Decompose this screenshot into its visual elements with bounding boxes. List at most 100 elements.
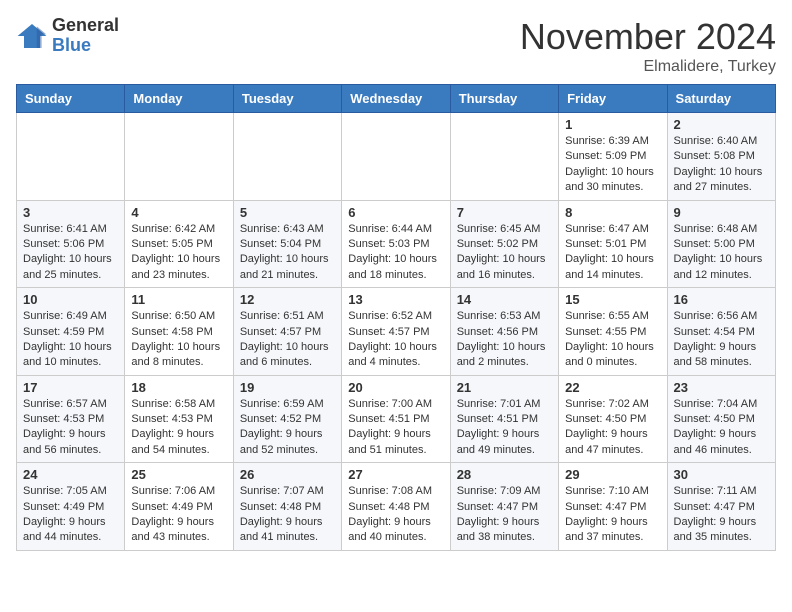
day-info: Sunrise: 7:04 AMSunset: 4:50 PMDaylight:… [674, 397, 769, 459]
calendar-table: SundayMondayTuesdayWednesdayThursdayFrid… [16, 84, 776, 551]
day-info: Sunrise: 6:58 AMSunset: 4:53 PMDaylight:… [131, 397, 226, 459]
day-number: 11 [131, 292, 226, 307]
calendar-cell: 7 Sunrise: 6:45 AMSunset: 5:02 PMDaylight… [450, 200, 558, 288]
day-info: Sunrise: 6:52 AMSunset: 4:57 PMDaylight:… [348, 309, 443, 371]
day-number: 4 [131, 205, 226, 220]
weekday-header-sunday: Sunday [17, 85, 125, 113]
calendar-cell: 10 Sunrise: 6:49 AMSunset: 4:59 PMDayligh… [17, 288, 125, 376]
calendar-cell: 3 Sunrise: 6:41 AMSunset: 5:06 PMDaylight… [17, 200, 125, 288]
calendar-cell: 25Sunrise: 7:06 AMSunset: 4:49 PMDayligh… [125, 463, 233, 551]
calendar-cell [233, 113, 341, 201]
calendar-cell: 9 Sunrise: 6:48 AMSunset: 5:00 PMDaylight… [667, 200, 775, 288]
day-info: Sunrise: 6:51 AMSunset: 4:57 PMDaylight:… [240, 309, 335, 371]
day-number: 21 [457, 380, 552, 395]
day-info: Sunrise: 6:50 AMSunset: 4:58 PMDaylight:… [131, 309, 226, 371]
calendar-cell: 22 Sunrise: 7:02 AMSunset: 4:50 PMDayligh… [559, 375, 667, 463]
day-info: Sunrise: 6:44 AMSunset: 5:03 PMDaylight:… [348, 222, 443, 284]
day-info: Sunrise: 7:08 AMSunset: 4:48 PMDaylight:… [348, 484, 443, 546]
day-number: 17 [23, 380, 118, 395]
calendar-week-3: 10 Sunrise: 6:49 AMSunset: 4:59 PMDayligh… [17, 288, 776, 376]
calendar-cell: 6Sunrise: 6:44 AMSunset: 5:03 PMDaylight… [342, 200, 450, 288]
day-info: Sunrise: 6:42 AMSunset: 5:05 PMDaylight:… [131, 222, 226, 284]
day-info: Sunrise: 6:41 AMSunset: 5:06 PMDaylight:… [23, 222, 118, 284]
day-number: 22 [565, 380, 660, 395]
calendar-cell: 17 Sunrise: 6:57 AMSunset: 4:53 PMDayligh… [17, 375, 125, 463]
calendar-cell: 19Sunrise: 6:59 AMSunset: 4:52 PMDayligh… [233, 375, 341, 463]
day-number: 10 [23, 292, 118, 307]
day-info: Sunrise: 6:39 AMSunset: 5:09 PMDaylight:… [565, 134, 660, 196]
day-number: 19 [240, 380, 335, 395]
calendar-cell: 14 Sunrise: 6:53 AMSunset: 4:56 PMDayligh… [450, 288, 558, 376]
calendar-week-2: 3 Sunrise: 6:41 AMSunset: 5:06 PMDaylight… [17, 200, 776, 288]
calendar-cell: 8Sunrise: 6:47 AMSunset: 5:01 PMDaylight… [559, 200, 667, 288]
day-info: Sunrise: 6:49 AMSunset: 4:59 PMDaylight:… [23, 309, 118, 371]
calendar-cell: 15 Sunrise: 6:55 AMSunset: 4:55 PMDayligh… [559, 288, 667, 376]
day-number: 20 [348, 380, 443, 395]
calendar-cell: 20Sunrise: 7:00 AMSunset: 4:51 PMDayligh… [342, 375, 450, 463]
weekday-header-thursday: Thursday [450, 85, 558, 113]
day-info: Sunrise: 6:57 AMSunset: 4:53 PMDaylight:… [23, 397, 118, 459]
calendar-cell [450, 113, 558, 201]
day-info: Sunrise: 7:01 AMSunset: 4:51 PMDaylight:… [457, 397, 552, 459]
day-number: 16 [674, 292, 769, 307]
weekday-header-row: SundayMondayTuesdayWednesdayThursdayFrid… [17, 85, 776, 113]
day-number: 27 [348, 467, 443, 482]
calendar-cell: 11 Sunrise: 6:50 AMSunset: 4:58 PMDayligh… [125, 288, 233, 376]
calendar-cell [342, 113, 450, 201]
day-info: Sunrise: 6:55 AMSunset: 4:55 PMDaylight:… [565, 309, 660, 371]
logo-blue-text: Blue [52, 36, 119, 56]
logo: General Blue [16, 16, 119, 56]
calendar-cell: 18 Sunrise: 6:58 AMSunset: 4:53 PMDayligh… [125, 375, 233, 463]
day-info: Sunrise: 6:48 AMSunset: 5:00 PMDaylight:… [674, 222, 769, 284]
day-number: 9 [674, 205, 769, 220]
day-number: 29 [565, 467, 660, 482]
calendar-week-5: 24 Sunrise: 7:05 AMSunset: 4:49 PMDayligh… [17, 463, 776, 551]
day-number: 25 [131, 467, 226, 482]
logo-icon [16, 20, 48, 52]
calendar-cell: 24 Sunrise: 7:05 AMSunset: 4:49 PMDayligh… [17, 463, 125, 551]
weekday-header-friday: Friday [559, 85, 667, 113]
weekday-header-wednesday: Wednesday [342, 85, 450, 113]
calendar-cell: 2 Sunrise: 6:40 AMSunset: 5:08 PMDaylight… [667, 113, 775, 201]
calendar-cell: 28 Sunrise: 7:09 AMSunset: 4:47 PMDayligh… [450, 463, 558, 551]
day-number: 26 [240, 467, 335, 482]
day-number: 13 [348, 292, 443, 307]
calendar-cell [17, 113, 125, 201]
day-number: 3 [23, 205, 118, 220]
day-number: 8 [565, 205, 660, 220]
calendar-cell: 29 Sunrise: 7:10 AMSunset: 4:47 PMDayligh… [559, 463, 667, 551]
calendar-cell: 27 Sunrise: 7:08 AMSunset: 4:48 PMDayligh… [342, 463, 450, 551]
day-info: Sunrise: 6:56 AMSunset: 4:54 PMDaylight:… [674, 309, 769, 371]
day-number: 24 [23, 467, 118, 482]
day-number: 7 [457, 205, 552, 220]
day-info: Sunrise: 6:45 AMSunset: 5:02 PMDaylight:… [457, 222, 552, 284]
day-number: 28 [457, 467, 552, 482]
day-number: 15 [565, 292, 660, 307]
month-title: November 2024 [520, 16, 776, 58]
page-header: General Blue November 2024 Elmalidere, T… [16, 16, 776, 76]
location-text: Elmalidere, Turkey [520, 58, 776, 76]
day-number: 18 [131, 380, 226, 395]
day-info: Sunrise: 6:53 AMSunset: 4:56 PMDaylight:… [457, 309, 552, 371]
calendar-week-1: 1 Sunrise: 6:39 AMSunset: 5:09 PMDaylight… [17, 113, 776, 201]
day-info: Sunrise: 6:43 AMSunset: 5:04 PMDaylight:… [240, 222, 335, 284]
day-info: Sunrise: 7:09 AMSunset: 4:47 PMDaylight:… [457, 484, 552, 546]
calendar-cell: 1 Sunrise: 6:39 AMSunset: 5:09 PMDaylight… [559, 113, 667, 201]
day-info: Sunrise: 7:10 AMSunset: 4:47 PMDaylight:… [565, 484, 660, 546]
calendar-cell: 30Sunrise: 7:11 AMSunset: 4:47 PMDayligh… [667, 463, 775, 551]
calendar-cell: 12Sunrise: 6:51 AMSunset: 4:57 PMDayligh… [233, 288, 341, 376]
day-info: Sunrise: 7:05 AMSunset: 4:49 PMDaylight:… [23, 484, 118, 546]
calendar-cell [125, 113, 233, 201]
calendar-cell: 26 Sunrise: 7:07 AMSunset: 4:48 PMDayligh… [233, 463, 341, 551]
calendar-cell: 4 Sunrise: 6:42 AMSunset: 5:05 PMDaylight… [125, 200, 233, 288]
day-info: Sunrise: 6:40 AMSunset: 5:08 PMDaylight:… [674, 134, 769, 196]
day-info: Sunrise: 7:07 AMSunset: 4:48 PMDaylight:… [240, 484, 335, 546]
day-number: 1 [565, 117, 660, 132]
day-info: Sunrise: 7:02 AMSunset: 4:50 PMDaylight:… [565, 397, 660, 459]
calendar-cell: 5Sunrise: 6:43 AMSunset: 5:04 PMDaylight… [233, 200, 341, 288]
calendar-cell: 21 Sunrise: 7:01 AMSunset: 4:51 PMDayligh… [450, 375, 558, 463]
calendar-week-4: 17 Sunrise: 6:57 AMSunset: 4:53 PMDayligh… [17, 375, 776, 463]
day-number: 14 [457, 292, 552, 307]
day-number: 2 [674, 117, 769, 132]
day-number: 23 [674, 380, 769, 395]
